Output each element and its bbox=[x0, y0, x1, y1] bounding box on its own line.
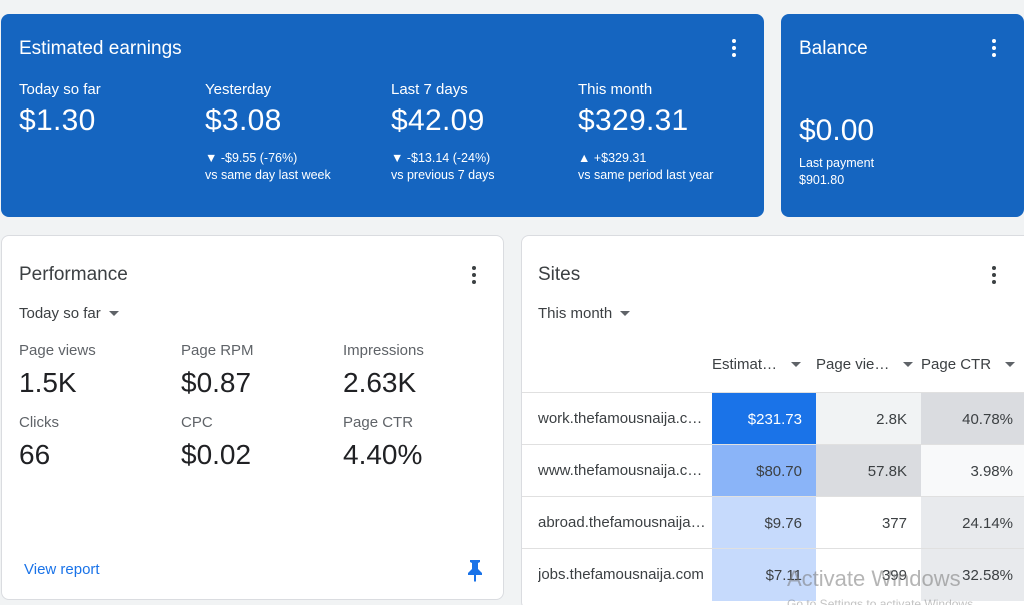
metric-this-month: This month $329.31 ▲ +$329.31 vs same pe… bbox=[578, 81, 764, 184]
perf-metric-value: $0.02 bbox=[181, 439, 252, 470]
earnings-cell: $231.73 bbox=[712, 393, 816, 445]
activate-windows-watermark: Activate Windows bbox=[787, 566, 961, 591]
metric-today-so-far: Today so far $1.30 bbox=[19, 81, 199, 138]
balance-more-options-icon[interactable] bbox=[982, 36, 1006, 60]
metric-label: Last 7 days bbox=[391, 81, 468, 98]
perf-metric-label: Impressions bbox=[343, 342, 424, 359]
perf-metric-label: Clicks bbox=[19, 414, 59, 431]
perf-metric-value: 1.5K bbox=[19, 367, 77, 398]
page-ctr-cell: 24.14% bbox=[921, 497, 1024, 549]
column-header-page-ctr[interactable]: Page CTR bbox=[921, 356, 1016, 373]
sites-card: Sites This month Estimat… Page vie… Page… bbox=[521, 235, 1024, 605]
performance-card: Performance Today so far Page views 1.5K… bbox=[1, 235, 504, 600]
metric-last-7-days: Last 7 days $42.09 ▼ -$13.14 (-24%) vs p… bbox=[391, 81, 571, 184]
perf-metric-impressions: Impressions 2.63K bbox=[343, 342, 493, 399]
performance-more-options-icon[interactable] bbox=[462, 263, 486, 287]
column-header-label: Estimat… bbox=[712, 356, 778, 373]
performance-range-dropdown[interactable]: Today so far bbox=[19, 305, 119, 322]
view-report-link[interactable]: View report bbox=[24, 561, 100, 578]
sites-range-dropdown[interactable]: This month bbox=[538, 305, 631, 322]
page-views-cell: 57.8K bbox=[816, 445, 921, 497]
sort-caret-icon bbox=[903, 362, 914, 367]
perf-metric-label: CPC bbox=[181, 414, 213, 431]
page-views-cell: 377 bbox=[816, 497, 921, 549]
metric-yesterday: Yesterday $3.08 ▼ -$9.55 (-76%) vs same … bbox=[205, 81, 385, 184]
caret-down-icon bbox=[620, 311, 631, 316]
sites-range-label: This month bbox=[538, 305, 613, 322]
earnings-cell: $80.70 bbox=[712, 445, 816, 497]
last-payment-label: Last payment bbox=[799, 156, 875, 170]
perf-metric-label: Page RPM bbox=[181, 342, 254, 359]
metric-value: $3.08 bbox=[205, 104, 282, 137]
metric-change: ▲ +$329.31 bbox=[578, 151, 647, 165]
metric-value: $329.31 bbox=[578, 104, 689, 137]
perf-metric-cpc: CPC $0.02 bbox=[181, 414, 331, 471]
perf-metric-label: Page CTR bbox=[343, 414, 414, 431]
table-row: www.thefamousnaija.com $80.70 57.8K 3.98… bbox=[522, 444, 1024, 497]
performance-range-label: Today so far bbox=[19, 305, 101, 322]
table-row: work.thefamousnaija.com $231.73 2.8K 40.… bbox=[522, 392, 1024, 445]
metric-comparison: vs same period last year bbox=[578, 168, 714, 182]
metric-label: Today so far bbox=[19, 81, 101, 98]
metric-comparison: vs same day last week bbox=[205, 168, 331, 182]
column-header-page-views[interactable]: Page vie… bbox=[816, 356, 914, 373]
site-name[interactable]: work.thefamousnaija.com bbox=[538, 393, 706, 445]
column-header-label: Page vie… bbox=[816, 356, 890, 373]
page-ctr-cell: 40.78% bbox=[921, 393, 1024, 445]
perf-metric-page-rpm: Page RPM $0.87 bbox=[181, 342, 331, 399]
sites-more-options-icon[interactable] bbox=[982, 263, 1006, 287]
perf-metric-clicks: Clicks 66 bbox=[19, 414, 169, 471]
perf-metric-value: 2.63K bbox=[343, 367, 417, 398]
estimated-earnings-card: Estimated earnings Today so far $1.30 Ye… bbox=[1, 14, 764, 217]
earnings-more-options-icon[interactable] bbox=[722, 36, 746, 60]
perf-metric-page-ctr: Page CTR 4.40% bbox=[343, 414, 493, 471]
last-payment-value: $901.80 bbox=[799, 173, 845, 187]
earnings-cell: $9.76 bbox=[712, 497, 816, 549]
metric-label: This month bbox=[578, 81, 653, 98]
metric-change: ▼ -$9.55 (-76%) bbox=[205, 151, 298, 165]
perf-metric-page-views: Page views 1.5K bbox=[19, 342, 169, 399]
metric-value: $42.09 bbox=[391, 104, 485, 137]
page-ctr-cell: 3.98% bbox=[921, 445, 1024, 497]
metric-change: ▼ -$13.14 (-24%) bbox=[391, 151, 491, 165]
activate-windows-subtext: Go to Settings to activate Windows. bbox=[787, 597, 977, 605]
metric-value: $1.30 bbox=[19, 104, 96, 137]
performance-title: Performance bbox=[19, 264, 128, 285]
pin-icon[interactable] bbox=[465, 558, 485, 582]
page-views-cell: 2.8K bbox=[816, 393, 921, 445]
estimated-earnings-title: Estimated earnings bbox=[19, 38, 182, 59]
caret-down-icon bbox=[108, 311, 119, 316]
sites-title: Sites bbox=[538, 264, 581, 285]
perf-metric-value: 4.40% bbox=[343, 439, 423, 470]
table-row: abroad.thefamousnaija.com $9.76 377 24.1… bbox=[522, 496, 1024, 549]
site-name[interactable]: abroad.thefamousnaija.com bbox=[538, 497, 706, 549]
balance-value: $0.00 bbox=[799, 114, 875, 147]
balance-title: Balance bbox=[799, 38, 868, 59]
sort-caret-icon bbox=[1005, 362, 1016, 367]
sort-caret-icon bbox=[791, 362, 802, 367]
perf-metric-value: $0.87 bbox=[181, 367, 252, 398]
column-header-label: Page CTR bbox=[921, 356, 992, 373]
metric-comparison: vs previous 7 days bbox=[391, 168, 495, 182]
perf-metric-value: 66 bbox=[19, 439, 51, 470]
column-header-estimated-earnings[interactable]: Estimat… bbox=[712, 356, 802, 373]
perf-metric-label: Page views bbox=[19, 342, 96, 359]
site-name[interactable]: jobs.thefamousnaija.com bbox=[538, 549, 706, 601]
site-name[interactable]: www.thefamousnaija.com bbox=[538, 445, 706, 497]
balance-card: Balance $0.00 Last payment $901.80 bbox=[781, 14, 1024, 217]
metric-label: Yesterday bbox=[205, 81, 272, 98]
